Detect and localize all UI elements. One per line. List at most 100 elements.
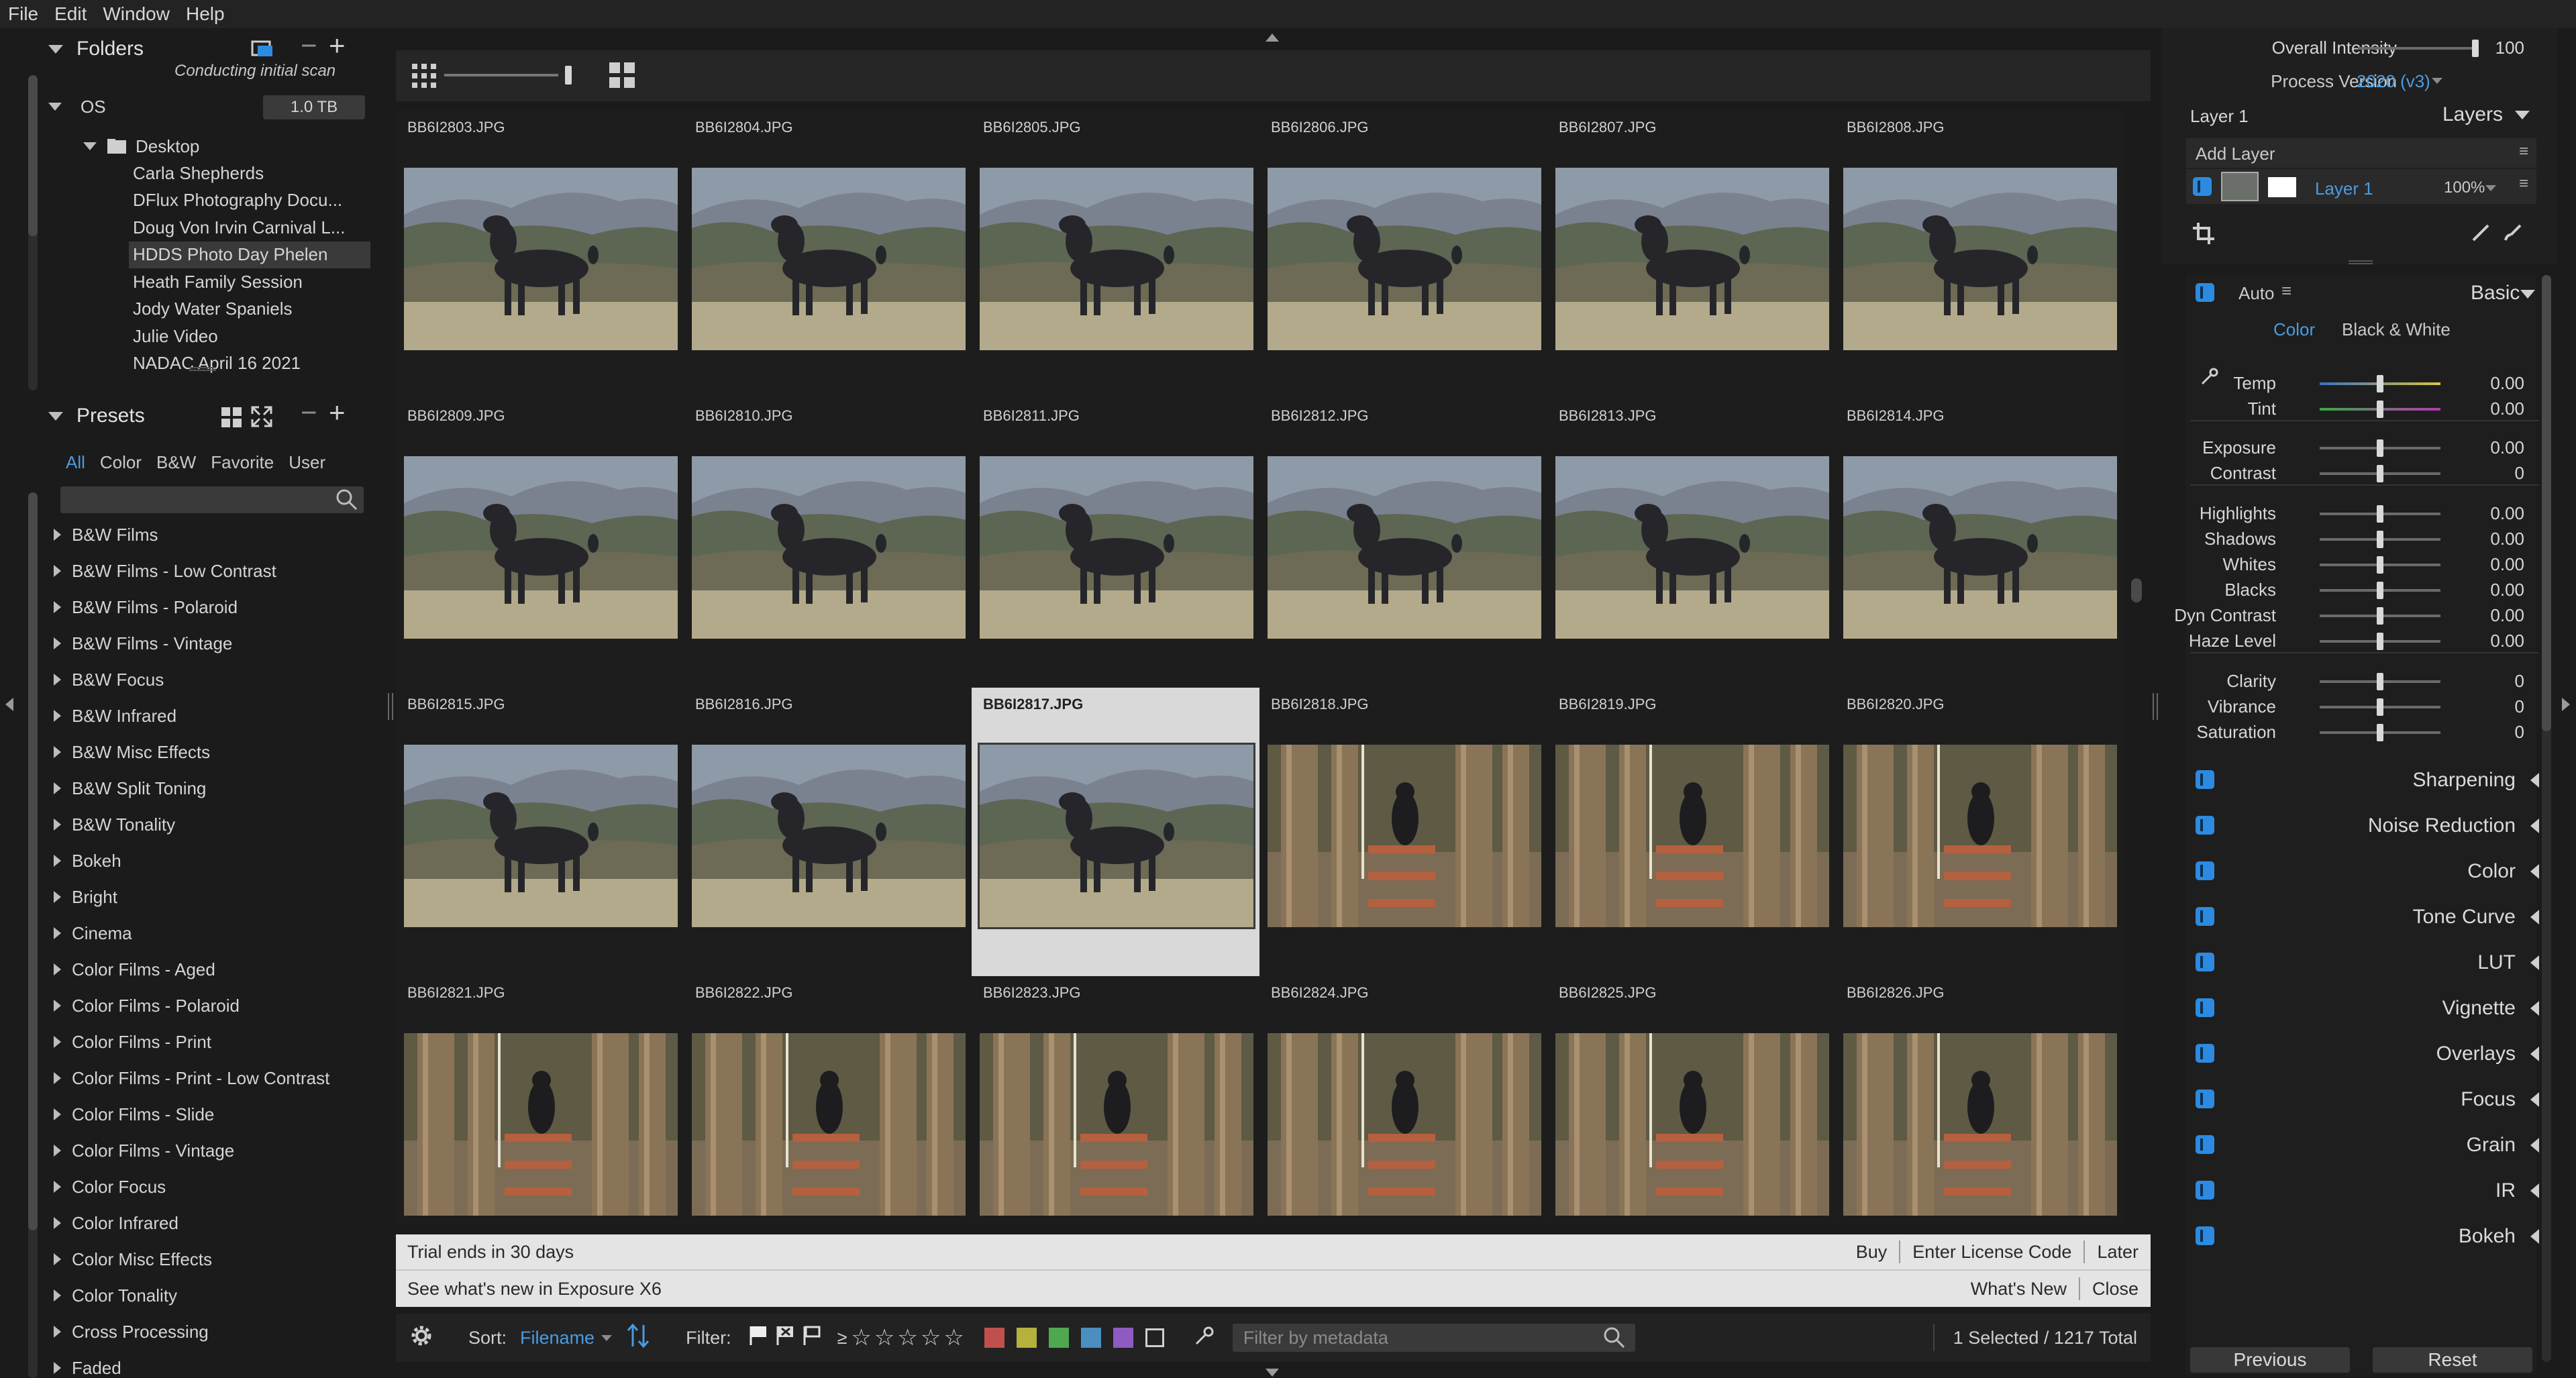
tab-user[interactable]: User — [289, 452, 325, 473]
close-button[interactable]: Close — [2092, 1279, 2139, 1300]
thumbnail-cell[interactable]: BB6I2809.JPG — [396, 399, 684, 688]
collapse-top-icon[interactable] — [1266, 34, 1279, 42]
adjust-section-header[interactable]: Noise Reduction — [2190, 805, 2539, 847]
expand-icon[interactable] — [54, 1072, 61, 1084]
remove-preset-button[interactable]: − — [301, 396, 317, 429]
photo-thumbnail[interactable] — [1268, 745, 1541, 927]
preset-group[interactable]: Color Misc Effects — [19, 1241, 387, 1277]
chevron-left-icon[interactable] — [2530, 910, 2539, 924]
tree-item[interactable]: Carla Shepherds — [133, 160, 374, 187]
section-toggle[interactable] — [2196, 953, 2214, 971]
slider-track[interactable] — [2320, 401, 2440, 418]
flag-picked-icon[interactable] — [749, 1325, 769, 1351]
enter-license-button[interactable]: Enter License Code — [1912, 1242, 2071, 1263]
section-toggle[interactable] — [2196, 1226, 2214, 1245]
layer-opacity[interactable]: 100% — [2444, 178, 2485, 197]
expand-icon[interactable] — [54, 1326, 61, 1338]
photo-thumbnail[interactable] — [404, 456, 678, 639]
slider-track[interactable] — [2320, 582, 2440, 599]
preset-search-input[interactable] — [60, 486, 364, 513]
slider-knob[interactable] — [2377, 401, 2383, 418]
thumbnail-cell[interactable]: BB6I2813.JPG — [1547, 399, 1836, 688]
slider-track[interactable] — [2320, 607, 2440, 625]
slider-track[interactable] — [2320, 439, 2440, 457]
crop-icon[interactable] — [2193, 223, 2214, 248]
expand-icon[interactable] — [54, 1181, 61, 1193]
chevron-left-icon[interactable] — [2530, 1229, 2539, 1244]
photo-thumbnail[interactable] — [1555, 745, 1829, 927]
slider-knob[interactable] — [2377, 505, 2383, 523]
chevron-left-icon[interactable] — [2530, 955, 2539, 970]
small-grid-icon[interactable] — [412, 64, 436, 91]
remove-folder-button[interactable]: − — [301, 30, 317, 62]
adjust-section-header[interactable]: IR — [2190, 1170, 2539, 1212]
slider-track[interactable] — [2320, 505, 2440, 523]
preset-group[interactable]: Color Films - Vintage — [19, 1132, 387, 1169]
photo-thumbnail[interactable] — [1268, 456, 1541, 639]
brush-icon[interactable] — [2471, 223, 2491, 246]
tree-item[interactable]: DFlux Photography Docu... — [133, 187, 374, 214]
thumbnail-cell[interactable]: BB6I2814.JPG — [1835, 399, 2124, 688]
thumbnail-cell[interactable]: BB6I2825.JPG — [1547, 976, 1836, 1224]
slider-track[interactable] — [2320, 724, 2440, 741]
expand-all-icon[interactable] — [251, 406, 272, 433]
menu-file[interactable]: File — [0, 3, 46, 25]
reset-button[interactable]: Reset — [2373, 1347, 2532, 1373]
preset-group[interactable]: Color Films - Print - Low Contrast — [19, 1060, 387, 1096]
photo-thumbnail[interactable] — [1555, 168, 1829, 350]
adjust-section-header[interactable]: Overlays — [2190, 1033, 2539, 1075]
chevron-left-icon[interactable] — [2530, 1047, 2539, 1061]
preset-group[interactable]: Color Films - Print — [19, 1024, 387, 1060]
flag-rejected-icon[interactable] — [776, 1325, 796, 1351]
expand-icon[interactable] — [54, 1362, 61, 1374]
tree-item[interactable]: HDDS Photo Day Phelen — [129, 241, 370, 268]
expand-icon[interactable] — [54, 529, 61, 541]
add-layer-row[interactable]: Add Layer ≡ — [2186, 138, 2536, 168]
slider-knob[interactable] — [2377, 673, 2383, 690]
slider-track[interactable] — [2320, 465, 2440, 482]
tab-favorite[interactable]: Favorite — [211, 452, 274, 473]
adjust-section-header[interactable]: Color — [2190, 851, 2539, 892]
expand-icon[interactable] — [54, 637, 61, 649]
slider-knob[interactable] — [2472, 40, 2479, 57]
menu-window[interactable]: Window — [95, 3, 178, 25]
thumbnail-cell[interactable]: BB6I2806.JPG — [1259, 111, 1548, 399]
metadata-filter-input[interactable]: Filter by metadata — [1232, 1324, 1635, 1352]
adjust-section-header[interactable]: Bokeh — [2190, 1216, 2539, 1257]
color-label-swatch[interactable] — [1113, 1328, 1133, 1348]
thumbnail-cell[interactable]: BB6I2822.JPG — [684, 976, 972, 1224]
expand-icon[interactable] — [54, 565, 61, 577]
expand-icon[interactable] — [54, 782, 61, 794]
preset-group[interactable]: Color Films - Aged — [19, 951, 387, 988]
thumbnail-cell[interactable]: BB6I2821.JPG — [396, 976, 684, 1224]
tree-item[interactable]: Julie Video — [133, 323, 374, 350]
expand-icon[interactable] — [54, 746, 61, 758]
chevron-left-icon[interactable] — [2530, 773, 2539, 788]
star-rating-filter[interactable]: ☆☆☆☆☆ — [851, 1324, 966, 1351]
slider-knob[interactable] — [2377, 607, 2383, 625]
preset-group[interactable]: B&W Split Toning — [19, 770, 387, 806]
tree-item[interactable]: Jody Water Spaniels — [133, 296, 374, 323]
gear-icon[interactable] — [408, 1322, 435, 1354]
basic-toggle[interactable] — [2196, 283, 2214, 302]
section-toggle[interactable] — [2196, 1044, 2214, 1063]
photo-thumbnail[interactable] — [980, 456, 1253, 639]
no-color-label-swatch[interactable] — [1145, 1328, 1164, 1347]
slider-knob[interactable] — [2377, 556, 2383, 574]
section-toggle[interactable] — [2196, 770, 2214, 789]
resize-handle[interactable] — [189, 367, 216, 371]
tab-all[interactable]: All — [66, 452, 85, 473]
layer-row-name[interactable]: Layer 1 — [2315, 178, 2373, 199]
collapse-icon[interactable] — [48, 44, 63, 54]
menu-icon[interactable]: ≡ — [2519, 174, 2528, 193]
photo-thumbnail[interactable] — [978, 743, 1255, 929]
drive-row[interactable]: OS 1.0 TB — [48, 93, 370, 121]
add-preset-button[interactable]: + — [329, 396, 346, 429]
photo-thumbnail[interactable] — [404, 168, 678, 350]
grid-view-icon[interactable] — [221, 407, 242, 433]
section-toggle[interactable] — [2196, 816, 2214, 835]
adjust-section-header[interactable]: LUT — [2190, 942, 2539, 984]
section-toggle[interactable] — [2196, 1181, 2214, 1200]
expand-icon[interactable] — [54, 674, 61, 686]
photo-thumbnail[interactable] — [1555, 1033, 1829, 1216]
